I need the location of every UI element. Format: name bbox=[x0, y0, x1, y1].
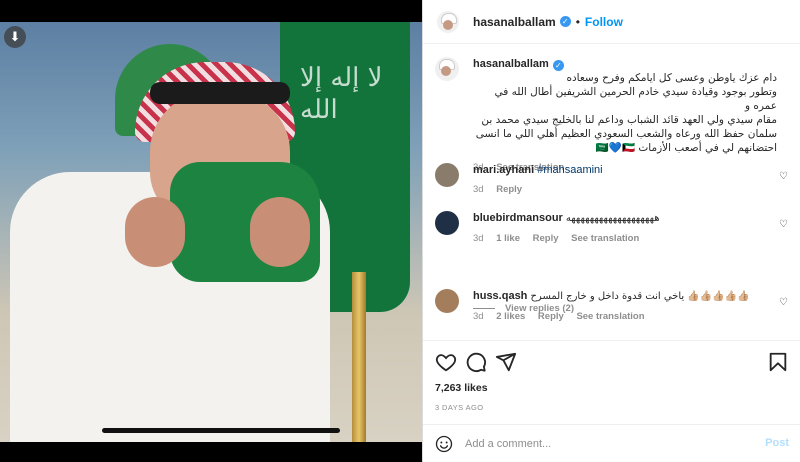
photo-agal bbox=[150, 82, 290, 104]
like-heart-icon[interactable] bbox=[435, 351, 457, 373]
commenter-username[interactable]: bluebirdmansour bbox=[473, 212, 563, 224]
comment-text: ياخي انت قدوة داخل و خارج المسرح 👍🏼👍🏼👍🏼👍… bbox=[530, 291, 750, 302]
emoji-icon[interactable] bbox=[435, 435, 453, 453]
photo-flag-pole bbox=[352, 272, 366, 442]
header-separator: • bbox=[575, 14, 580, 29]
comment-text: هههههههههههههههههههه bbox=[565, 213, 660, 224]
caption-text-line: مقام سيدي ولي العهد قائد الشباب وداعم لن… bbox=[481, 114, 777, 126]
comment-meta: 3d 1 like Reply See translation bbox=[473, 232, 777, 246]
comment-likes[interactable]: 2 likes bbox=[496, 311, 525, 322]
action-icon-row bbox=[435, 351, 789, 373]
follow-button[interactable]: Follow bbox=[585, 15, 623, 29]
like-comment-heart-icon[interactable]: ♡ bbox=[779, 297, 789, 308]
commenter-avatar[interactable] bbox=[435, 163, 459, 187]
post-date[interactable]: 3 DAYS AGO bbox=[435, 403, 483, 412]
commenter-username[interactable]: huss.qash bbox=[473, 290, 527, 302]
comment-body: bluebirdmansour هههههههههههههههههههه 3d … bbox=[473, 211, 777, 246]
add-comment-bar: Post bbox=[423, 424, 800, 462]
download-button[interactable]: ⬇ bbox=[4, 26, 26, 48]
comment-bubble-icon[interactable] bbox=[465, 351, 487, 373]
media-scrollbar[interactable] bbox=[102, 428, 340, 433]
comment-meta: 3d 2 likes Reply See translation bbox=[473, 310, 777, 324]
caption-text-line: دام عزك ياوطن وعسى كل ايامكم وفرح وسعاده bbox=[566, 72, 777, 84]
comment-time[interactable]: 3d bbox=[473, 311, 484, 322]
share-paper-plane-icon[interactable] bbox=[495, 351, 517, 373]
verified-badge-icon: ✓ bbox=[559, 16, 571, 27]
comment-body: mari.ayhani #mahsaamini 3d Reply bbox=[473, 163, 777, 197]
reply-button[interactable]: Reply bbox=[538, 311, 564, 322]
caption-text-line: سلمان حفظ الله ورعاه والشعب السعودي العظ… bbox=[475, 128, 777, 140]
comments-list[interactable]: hasanalballam ✓ دام عزك ياوطن وعسى كل ايا… bbox=[423, 45, 800, 339]
comment-body: huss.qash ياخي انت قدوة داخل و خارج المس… bbox=[473, 289, 777, 324]
reply-button[interactable]: Reply bbox=[533, 233, 559, 244]
caption-author-username[interactable]: hasanalballam bbox=[473, 58, 549, 70]
post-media: لا إله إلا الله ⬇ bbox=[0, 0, 422, 462]
author-username[interactable]: hasanalballam bbox=[473, 15, 556, 29]
comment-likes[interactable]: 1 like bbox=[496, 233, 520, 244]
see-translation-link[interactable]: See translation bbox=[571, 233, 639, 244]
see-translation-link[interactable]: See translation bbox=[576, 311, 644, 322]
save-bookmark-icon[interactable] bbox=[767, 351, 789, 373]
likes-count[interactable]: 7,263 likes bbox=[435, 382, 488, 394]
caption-text-line: احتضانهم لي في أصعب الأزمات 🇸🇦💙🇰🇼 bbox=[595, 142, 777, 154]
comment-time[interactable]: 3d bbox=[473, 233, 484, 244]
comment-meta: 3d Reply bbox=[473, 183, 777, 197]
post-side-panel: hasanalballam ✓ • Follow hasanalballam ✓ … bbox=[422, 0, 800, 462]
post-comment-button[interactable]: Post bbox=[765, 437, 789, 449]
photo-hand-right bbox=[250, 197, 310, 267]
commenter-username[interactable]: mari.ayhani bbox=[473, 164, 534, 176]
photo-hand-left bbox=[125, 197, 185, 267]
comment-hashtag[interactable]: #mahsaamini bbox=[537, 164, 602, 176]
arrow-down-icon: ⬇ bbox=[9, 29, 21, 44]
reply-button[interactable]: Reply bbox=[496, 184, 522, 195]
post-photo[interactable]: لا إله إلا الله bbox=[0, 22, 422, 442]
like-comment-heart-icon[interactable]: ♡ bbox=[779, 171, 789, 182]
caption-body: hasanalballam ✓ دام عزك ياوطن وعسى كل ايا… bbox=[473, 57, 777, 175]
verified-badge-icon: ✓ bbox=[552, 60, 564, 71]
caption-author-avatar[interactable] bbox=[435, 57, 459, 81]
like-comment-heart-icon[interactable]: ♡ bbox=[779, 219, 789, 230]
photo-flag-text: لا إله إلا الله bbox=[300, 63, 383, 125]
caption-text-line: وتطور بوجود وقيادة سيدي خادم الحرمين الش… bbox=[494, 86, 777, 112]
comment-time[interactable]: 3d bbox=[473, 184, 484, 195]
commenter-avatar[interactable] bbox=[435, 211, 459, 235]
post-actions: 7,263 likes 3 DAYS AGO Post bbox=[423, 340, 800, 462]
add-comment-input[interactable] bbox=[465, 435, 745, 453]
author-avatar[interactable] bbox=[437, 10, 459, 33]
commenter-avatar[interactable] bbox=[435, 289, 459, 313]
post-header: hasanalballam ✓ • Follow bbox=[423, 0, 800, 44]
